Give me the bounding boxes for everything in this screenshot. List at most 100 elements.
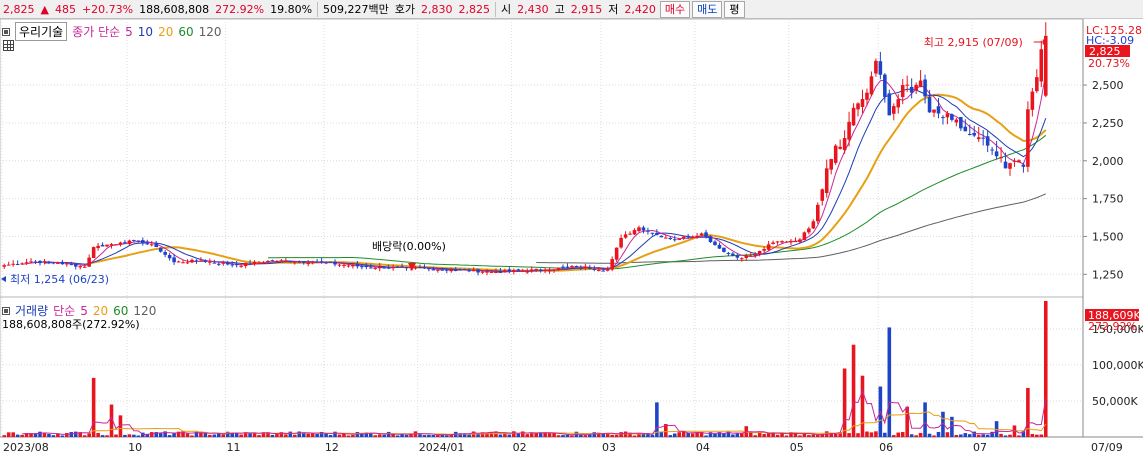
candle-body — [909, 86, 914, 93]
volume-bar — [404, 434, 409, 437]
volume-bar — [418, 434, 422, 437]
ma10-period[interactable]: 10 — [138, 25, 153, 39]
candle-body — [583, 266, 588, 268]
candle-body — [623, 234, 628, 238]
x-tick-label: 06 — [879, 441, 893, 454]
candle-body — [333, 261, 337, 265]
x-tick-label: 03 — [602, 441, 616, 454]
candle-body — [842, 138, 847, 151]
volume-bar — [65, 433, 69, 437]
volume-bar — [333, 431, 337, 437]
volume-bar — [310, 433, 315, 437]
candle-body — [561, 266, 565, 268]
candle-body — [780, 241, 784, 243]
candle-body — [798, 239, 802, 243]
candle-body — [261, 262, 266, 264]
volume-bar — [896, 432, 901, 437]
panel-toggle-icon[interactable] — [2, 306, 10, 315]
chart-canvas[interactable]: 2,5002,2502,0001,7501,5001,250150,000K10… — [0, 0, 1143, 455]
volume-bar — [328, 434, 333, 437]
candle-body — [386, 267, 391, 269]
candle-body — [203, 260, 208, 262]
x-tick-label: 07/09 — [1091, 441, 1123, 454]
candle-body — [503, 270, 507, 273]
candle-body — [306, 263, 310, 265]
candle-body — [950, 114, 954, 120]
candle-body — [494, 272, 498, 274]
volume-bar — [927, 433, 932, 437]
candle-body — [588, 267, 592, 269]
candle-body — [981, 137, 985, 139]
candle-body — [816, 204, 820, 222]
candle-body — [217, 263, 221, 265]
candle-body — [525, 271, 530, 273]
x-tick-label: 05 — [790, 441, 804, 454]
dividend-annotation: 배당락(0.00%) — [372, 240, 446, 253]
volume-bar — [677, 432, 682, 437]
x-tick-label: 10 — [128, 441, 142, 454]
candle-body — [1008, 163, 1012, 169]
volume-bar — [87, 433, 91, 437]
volume-bar — [1043, 301, 1048, 437]
candle-body — [628, 233, 632, 235]
candle-body — [748, 255, 753, 257]
candle-body — [646, 230, 650, 232]
price-tick-label: 1,250 — [1092, 268, 1124, 281]
candle-body — [163, 252, 167, 255]
volume-bar — [346, 435, 351, 437]
candle-body — [109, 244, 114, 246]
candle-body — [301, 261, 306, 263]
candle-body — [1043, 35, 1048, 96]
stock-name[interactable]: 우리기술 — [15, 22, 68, 41]
volume-bar — [865, 431, 869, 437]
candle-body — [757, 250, 762, 254]
volume-bar — [69, 432, 74, 437]
candle-body — [766, 244, 771, 250]
candle-body — [476, 269, 480, 273]
candle-body — [802, 232, 807, 240]
candle-body — [677, 239, 682, 241]
volume-panel-frame — [0, 296, 1084, 438]
candle-body — [257, 262, 261, 264]
volume-bar — [887, 327, 892, 437]
candle-body — [127, 240, 132, 244]
candle-body — [914, 84, 918, 91]
candle-body — [20, 263, 24, 265]
candle-body — [243, 262, 248, 266]
volume-bar — [1039, 434, 1044, 437]
ma120-line — [536, 193, 1047, 264]
volume-bar — [82, 435, 87, 437]
candle-body — [856, 103, 860, 110]
ma5-period[interactable]: 5 — [125, 25, 133, 39]
candle-body — [883, 74, 887, 97]
candle-body — [248, 263, 252, 265]
candle-body — [726, 252, 731, 254]
volume-bar — [100, 435, 105, 437]
candle-body — [310, 262, 315, 264]
volume-bar — [1008, 434, 1012, 437]
candle-body — [118, 242, 123, 245]
volume-bar — [954, 434, 959, 437]
candle-body — [100, 244, 105, 247]
ma-label[interactable]: 종가 단순 — [72, 23, 120, 40]
panel-toggle-icon[interactable] — [2, 27, 10, 36]
volume-bar — [891, 435, 896, 437]
candle-body — [337, 264, 342, 266]
price-panel-frame — [0, 18, 1084, 298]
candle-body — [775, 241, 780, 243]
candle-body — [664, 237, 668, 239]
volume-bar — [579, 434, 583, 437]
vol-pct-tag: 272.92% — [1088, 320, 1137, 333]
candle-body — [360, 266, 364, 268]
candle-body — [51, 262, 56, 264]
grid-settings-icon[interactable] — [3, 40, 14, 51]
volume-bar — [382, 434, 386, 437]
candle-body — [413, 267, 418, 269]
volume-bar — [297, 431, 302, 437]
ma60-period[interactable]: 60 — [178, 25, 193, 39]
candle-body — [695, 235, 699, 238]
candle-body — [91, 247, 96, 259]
ma120-period[interactable]: 120 — [199, 25, 222, 39]
candle-body — [789, 240, 793, 243]
ma20-period[interactable]: 20 — [158, 25, 173, 39]
